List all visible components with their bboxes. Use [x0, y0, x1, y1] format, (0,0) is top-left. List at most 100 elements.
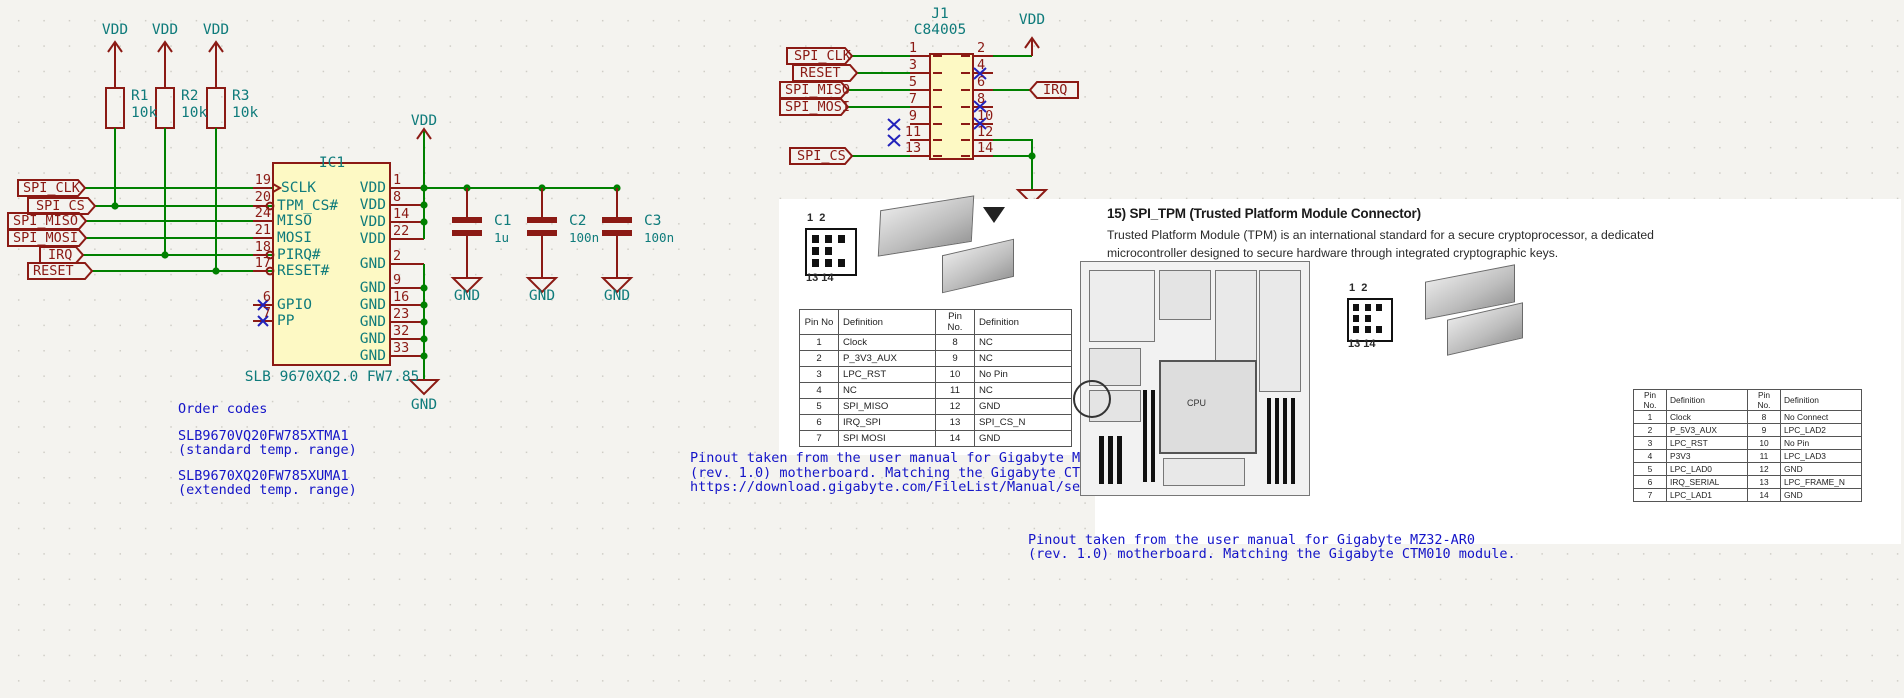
th-pin-no-right: Pin No. [935, 309, 975, 335]
j1-hier-label-irq[interactable]: IRQ [1043, 83, 1067, 98]
ic1-pin-name-gnd-2: GND [359, 256, 386, 272]
ic1-pin-number-6: 6 [262, 289, 271, 305]
table-row: 1 Clock 8 NC [799, 334, 1072, 351]
hier-label-spi-clk[interactable]: SPI_CLK [23, 181, 80, 196]
ic1-pin-name-tpm-cs: TPM_CS# [277, 198, 339, 214]
th2-definition-left: Definition [1666, 389, 1748, 411]
power-label-vdd-1: VDD [101, 22, 129, 38]
ic1-pin-name-pp: PP [277, 313, 295, 329]
hier-label-reset[interactable]: RESET [33, 264, 74, 279]
resistor-r2-value: 10k [181, 105, 208, 121]
th2-pin-no-right: Pin No. [1747, 389, 1781, 411]
ic1-pin-name-gnd-16: GND [359, 297, 386, 313]
ic1-pin-number-18: 18 [254, 239, 271, 255]
power-label-vdd-2: VDD [151, 22, 179, 38]
j1-hier-label-reset[interactable]: RESET [800, 66, 841, 81]
capacitor-c3-value: 100n [644, 230, 675, 245]
ic1-pin-number-32: 32 [393, 323, 410, 339]
table-row: 7 LPC_LAD1 14 GND [1633, 488, 1862, 502]
table-row: 5 LPC_LAD0 12 GND [1633, 462, 1862, 476]
ic1-pin-name-sclk: SCLK [281, 180, 316, 196]
hier-label-spi-miso[interactable]: SPI_MISO [13, 214, 78, 229]
table-row: 1 Clock 8 No Connect [1633, 410, 1862, 424]
resistor-r1-value: 10k [131, 105, 158, 121]
table-header-row: Pin No Definition Pin No. Definition [799, 309, 1072, 335]
th-definition-left: Definition [838, 309, 936, 335]
order-code-extended-note: (extended temp. range) [178, 482, 357, 498]
resistor-r1-ref: R1 [131, 88, 149, 104]
ic1-pin-number-14: 14 [393, 206, 410, 222]
callout-circle-icon [1073, 380, 1111, 418]
connector-pin-numbers-top-2: 1 2 [1349, 282, 1368, 294]
ic1-pin-number-16: 16 [393, 289, 410, 305]
ic1-pin-number-20: 20 [254, 189, 271, 205]
power-label-vdd-ic1: VDD [410, 113, 438, 129]
connector-pin-numbers-top-1: 1 2 [807, 212, 826, 224]
j1-pin-number-8: 8 [977, 91, 986, 107]
j1-reference: J1 [931, 6, 949, 22]
table-row: 6 IRQ_SPI 13 SPI_CS_N [799, 414, 1072, 431]
connector-illustration-1: 1 2 13 14 [805, 212, 863, 284]
j1-value: C84005 [913, 22, 967, 38]
pinout-table-1: Pin No Definition Pin No. Definition 1 Cl… [799, 309, 1072, 447]
resistor-r3-value: 10k [232, 105, 259, 121]
th-pin-no-left: Pin No [799, 309, 839, 335]
j1-pin-number-2: 2 [977, 40, 986, 56]
table-header-row: Pin No. Definition Pin No. Definition [1633, 389, 1862, 411]
order-code-standard-note: (standard temp. range) [178, 442, 357, 458]
ic1-pin-name-vdd-8: VDD [359, 197, 386, 213]
j1-pin-number-9: 9 [908, 108, 918, 124]
table-row: 4 NC 11 NC [799, 382, 1072, 399]
j1-pin-number-6: 6 [977, 74, 986, 90]
j1-hier-label-spi-clk[interactable]: SPI_CLK [794, 49, 851, 64]
table-row: 3 LPC_RST 10 No Pin [1633, 436, 1862, 450]
ic1-pin-name-gnd-32: GND [359, 331, 386, 347]
table-row: 7 SPI MOSI 14 GND [799, 430, 1072, 447]
connector-pin-numbers-bottom-2: 13 14 [1348, 338, 1376, 350]
ic1-pin-name-vdd-14: VDD [359, 214, 386, 230]
caption-mu72-line1: Pinout taken from the user manual for Gi… [690, 450, 1138, 466]
j1-pin-number-10: 10 [977, 108, 994, 124]
j1-hier-label-spi-miso[interactable]: SPI_MISO [785, 83, 850, 98]
th2-definition-right: Definition [1780, 389, 1862, 411]
power-label-vdd-3: VDD [202, 22, 230, 38]
ic1-pin-number-33: 33 [393, 340, 410, 356]
caption-mz32-line2: (rev. 1.0) motherboard. Matching the Gig… [1028, 546, 1516, 562]
capacitor-c2-ref: C2 [569, 213, 587, 229]
ic1-pin-number-9: 9 [393, 272, 402, 288]
hier-label-irq[interactable]: IRQ [48, 248, 72, 263]
j1-pin-number-13: 13 [904, 140, 922, 156]
j1-pin-number-14: 14 [977, 140, 994, 156]
ic1-pin-name-mosi: MOSI [277, 230, 312, 246]
j1-pin-number-5: 5 [908, 74, 918, 90]
ic1-pin-number-17: 17 [254, 255, 271, 271]
ic1-pin-number-2: 2 [393, 248, 402, 264]
j1-hier-label-spi-cs[interactable]: SPI_CS [797, 149, 846, 164]
capacitor-c2-value: 100n [569, 230, 600, 245]
power-label-gnd-c3: GND [603, 288, 631, 304]
resistor-r3-ref: R3 [232, 88, 250, 104]
ic1-pin-name-gnd-33: GND [359, 348, 386, 364]
th2-pin-no-left: Pin No. [1633, 389, 1667, 411]
hier-label-spi-cs[interactable]: SPI_CS [36, 199, 85, 214]
motherboard-photo: CPU [1073, 261, 1310, 496]
spi-tpm-body-line1: Trusted Platform Module (TPM) is an inte… [1107, 228, 1654, 242]
ic1-pin-name-vdd-22: VDD [359, 231, 386, 247]
ic1-pin-name-miso: MISO [277, 213, 312, 229]
j1-pin-number-3: 3 [908, 57, 918, 73]
ic1-pin-name-vdd-1: VDD [359, 180, 386, 196]
j1-pin-number-4: 4 [977, 57, 986, 73]
module-arrow-icon-1 [983, 207, 1005, 223]
ic1-pin-number-24: 24 [254, 205, 271, 221]
ic1-pin-number-19: 19 [254, 172, 271, 188]
hier-label-spi-mosi[interactable]: SPI_MOSI [13, 231, 78, 246]
tpm-module-photo-1 [877, 195, 975, 257]
ic1-pin-number-21: 21 [254, 222, 271, 238]
ic1-reference: IC1 [318, 155, 346, 171]
ic1-pin-name-gnd-9: GND [359, 280, 386, 296]
spi-tpm-body-line2: microcontroller designed to secure hardw… [1107, 246, 1559, 260]
ic1-pin-number-1: 1 [393, 172, 402, 188]
resistor-r2-ref: R2 [181, 88, 199, 104]
j1-hier-label-spi-mosi[interactable]: SPI_MOSI [785, 100, 850, 115]
power-label-gnd-c2: GND [528, 288, 556, 304]
